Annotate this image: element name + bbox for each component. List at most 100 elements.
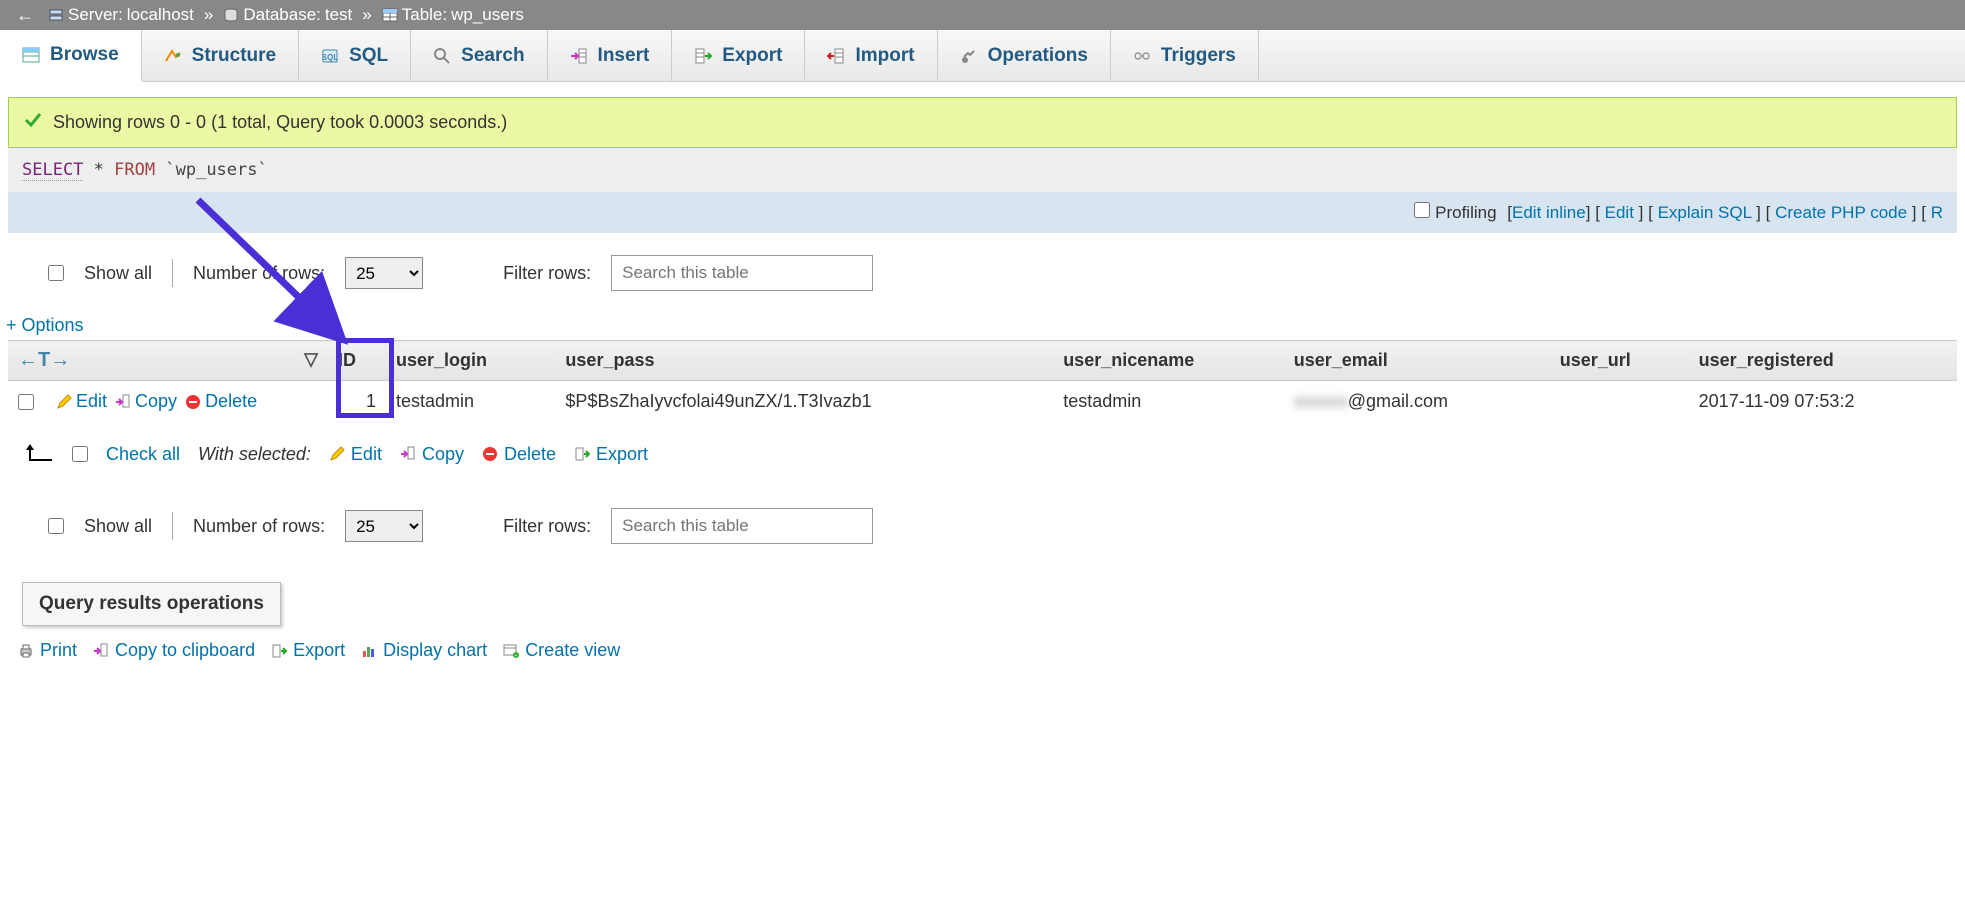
qops-export-link[interactable]: Export xyxy=(271,640,345,661)
tab-browse[interactable]: Browse xyxy=(0,30,142,82)
show-all-checkbox[interactable] xyxy=(48,265,64,281)
cell-user-login: testadmin xyxy=(386,381,555,423)
show-all-label-bottom: Show all xyxy=(84,516,152,537)
check-all-checkbox[interactable] xyxy=(72,446,88,462)
tab-triggers-label: Triggers xyxy=(1161,45,1236,67)
qops-copy-link[interactable]: Copy to clipboard xyxy=(93,640,255,661)
browse-icon xyxy=(22,46,40,64)
tab-search[interactable]: Search xyxy=(411,30,547,81)
tab-export[interactable]: Export xyxy=(672,30,805,81)
import-icon xyxy=(827,47,845,65)
options-link[interactable]: + Options xyxy=(0,309,1965,340)
controls-bottom: Show all Number of rows: 25 Filter rows: xyxy=(0,486,1965,562)
row-copy-link[interactable]: Copy xyxy=(115,391,177,412)
tab-browse-label: Browse xyxy=(50,44,119,66)
filter-input-bottom[interactable] xyxy=(611,508,873,544)
crumb-db-value: test xyxy=(325,5,352,25)
profiling-checkbox[interactable] xyxy=(1414,202,1430,218)
qops-print-link[interactable]: Print xyxy=(18,640,77,661)
col-id[interactable]: ID xyxy=(328,341,386,381)
col-user-email[interactable]: user_email xyxy=(1284,341,1550,381)
cell-id: 1 xyxy=(328,381,386,423)
num-rows-select-bottom[interactable]: 25 xyxy=(345,510,423,542)
col-user-url[interactable]: user_url xyxy=(1550,341,1689,381)
tab-import[interactable]: Import xyxy=(805,30,937,81)
table-row: Edit Copy Delete 1 testadmin $P$BsZhaIyv… xyxy=(8,381,1957,423)
qops-chart-link[interactable]: Display chart xyxy=(361,640,487,661)
crumb-server[interactable]: Server: localhost xyxy=(44,5,198,25)
controls-top: Show all Number of rows: 25 Filter rows: xyxy=(0,233,1965,309)
col-resize-icon[interactable]: ←T→ xyxy=(18,349,70,371)
tab-insert[interactable]: Insert xyxy=(548,30,673,81)
tab-structure[interactable]: Structure xyxy=(142,30,299,81)
export-icon xyxy=(271,643,287,659)
bulk-delete-link[interactable]: Delete xyxy=(482,444,556,465)
tab-insert-label: Insert xyxy=(598,45,650,67)
col-user-nicename[interactable]: user_nicename xyxy=(1053,341,1284,381)
edit-inline-link[interactable]: Edit inline xyxy=(1512,203,1586,222)
row-actions: Edit Copy Delete xyxy=(18,391,318,412)
tab-sql[interactable]: SQL SQL xyxy=(299,30,411,81)
tab-operations-label: Operations xyxy=(988,45,1088,67)
refresh-link[interactable]: R xyxy=(1931,203,1943,222)
col-user-registered[interactable]: user_registered xyxy=(1689,341,1957,381)
tab-import-label: Import xyxy=(855,45,914,67)
svg-text:+: + xyxy=(515,653,518,659)
sql-query: SELECT * FROM `wp_users` xyxy=(8,148,1957,192)
qops-view-link[interactable]: +Create view xyxy=(503,640,620,661)
cell-user-registered: 2017-11-09 07:53:2 xyxy=(1689,381,1957,423)
filter-input[interactable] xyxy=(611,255,873,291)
crumb-table[interactable]: Table: wp_users xyxy=(378,5,528,25)
tabs: Browse Structure SQL SQL Search Insert E… xyxy=(0,30,1965,82)
back-arrow[interactable]: ← xyxy=(6,5,44,26)
col-user-login[interactable]: user_login xyxy=(386,341,555,381)
export-icon xyxy=(574,446,590,462)
tab-structure-label: Structure xyxy=(192,45,276,67)
num-rows-select[interactable]: 25 xyxy=(345,257,423,289)
tab-export-label: Export xyxy=(722,45,782,67)
edit-link[interactable]: Edit xyxy=(1605,203,1634,222)
num-rows-label: Number of rows: xyxy=(193,263,325,284)
table-icon xyxy=(382,7,398,23)
svg-text:SQL: SQL xyxy=(322,53,339,62)
sql-select: SELECT xyxy=(22,160,83,181)
show-all-checkbox-bottom[interactable] xyxy=(48,518,64,534)
copy-icon xyxy=(400,446,416,462)
query-results-ops: Print Copy to clipboard Export Display c… xyxy=(0,626,1965,675)
crumb-table-label: Table: xyxy=(402,5,447,25)
cell-user-email: xxxxxx@gmail.com xyxy=(1284,381,1550,423)
num-rows-label-bottom: Number of rows: xyxy=(193,516,325,537)
tab-triggers[interactable]: Triggers xyxy=(1111,30,1259,81)
bulk-edit-link[interactable]: Edit xyxy=(329,444,382,465)
filter-label-bottom: Filter rows: xyxy=(503,516,591,537)
col-user-pass[interactable]: user_pass xyxy=(555,341,1053,381)
success-message: Showing rows 0 - 0 (1 total, Query took … xyxy=(8,97,1957,148)
structure-icon xyxy=(164,47,182,65)
row-delete-link[interactable]: Delete xyxy=(185,391,257,412)
up-arrow-icon xyxy=(24,442,54,466)
bulk-export-link[interactable]: Export xyxy=(574,444,648,465)
crumb-sep: » xyxy=(356,5,377,25)
triggers-icon xyxy=(1133,47,1151,65)
create-php-link[interactable]: Create PHP code xyxy=(1775,203,1907,222)
chart-icon xyxy=(361,643,377,659)
row-edit-link[interactable]: Edit xyxy=(56,391,107,412)
sort-icon[interactable]: ▽ xyxy=(304,349,318,370)
explain-link[interactable]: Explain SQL xyxy=(1658,203,1752,222)
results-table: ←T→ ▽ ID user_login user_pass user_nicen… xyxy=(8,340,1957,422)
row-checkbox[interactable] xyxy=(18,394,34,410)
crumb-db[interactable]: Database: test xyxy=(219,5,356,25)
tab-operations[interactable]: Operations xyxy=(938,30,1111,81)
divider xyxy=(172,512,173,540)
tab-sql-label: SQL xyxy=(349,45,388,67)
crumb-table-value: wp_users xyxy=(451,5,524,25)
sql-actions: Profiling [Edit inline] [ Edit ] [ Expla… xyxy=(8,192,1957,233)
pencil-icon xyxy=(329,446,345,462)
check-all-link[interactable]: Check all xyxy=(106,444,180,465)
insert-icon xyxy=(570,47,588,65)
crumb-server-value: localhost xyxy=(127,5,194,25)
sql-from: FROM xyxy=(114,160,155,180)
bulk-copy-link[interactable]: Copy xyxy=(400,444,464,465)
copy-icon xyxy=(93,643,109,659)
bulk-actions: Check all With selected: Edit Copy Delet… xyxy=(0,422,1965,486)
